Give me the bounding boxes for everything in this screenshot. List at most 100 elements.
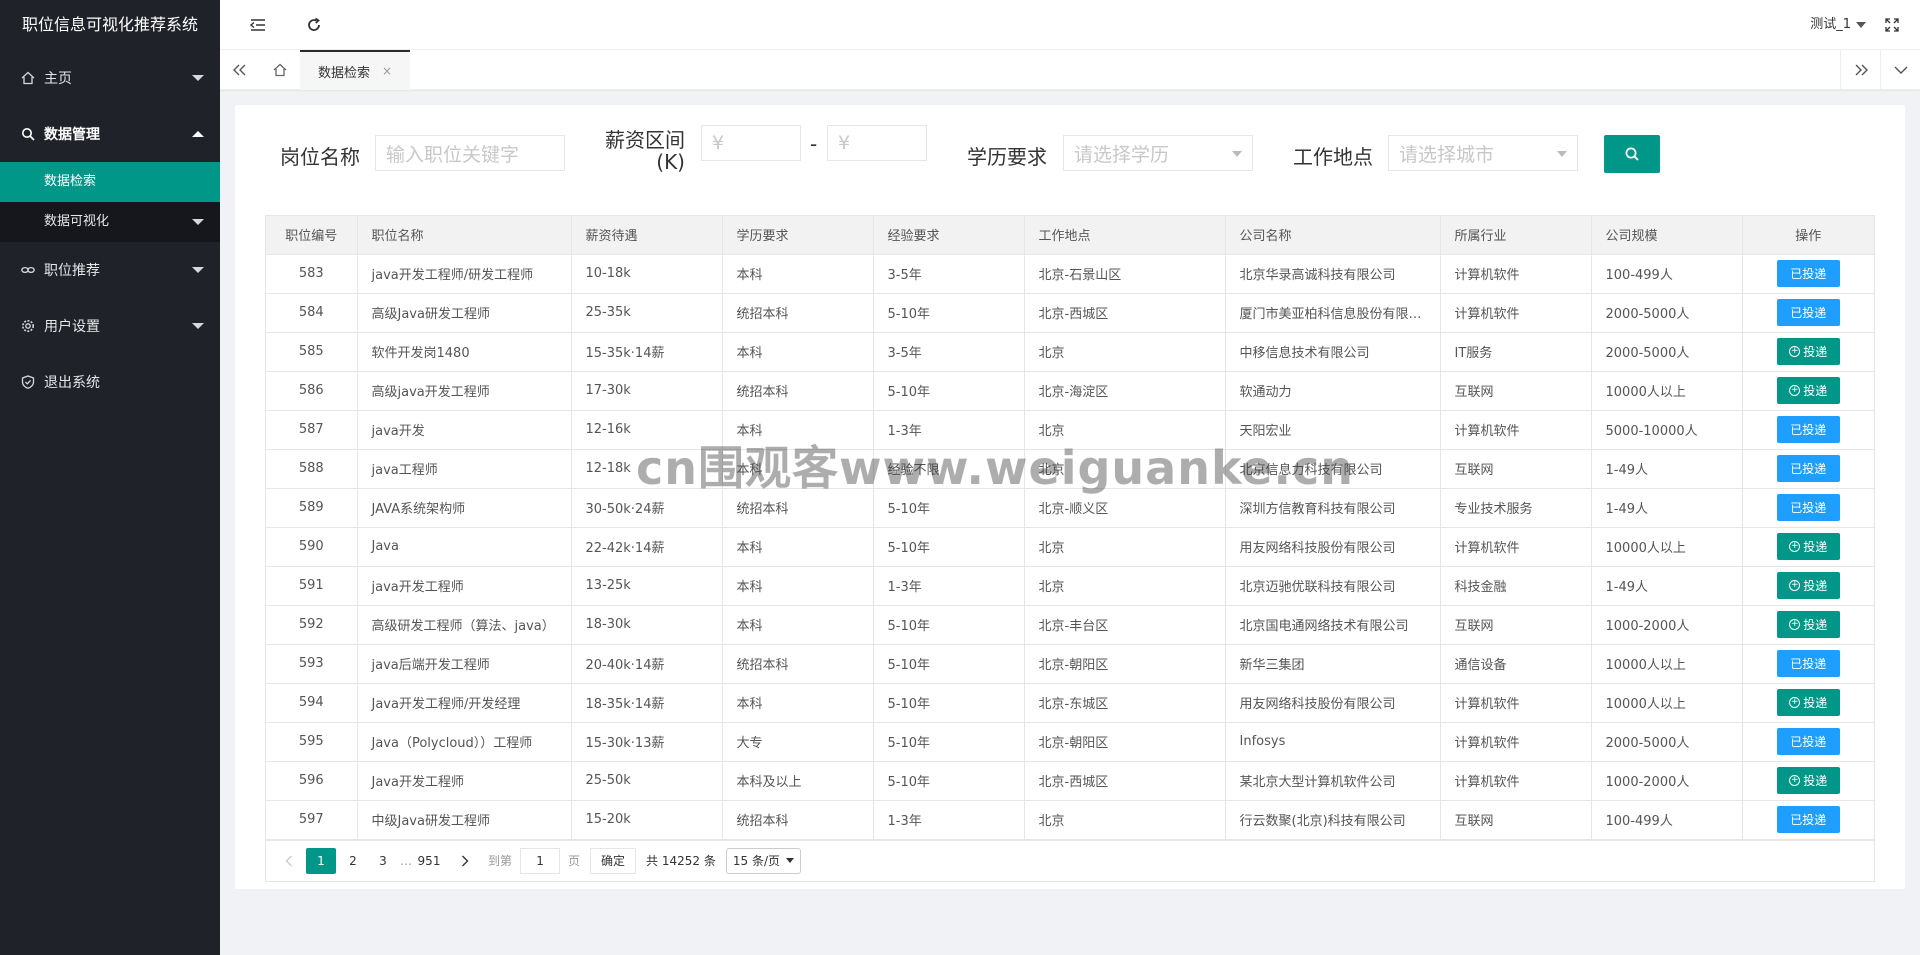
next-page-icon[interactable] bbox=[452, 848, 478, 874]
salary-max-placeholder: ¥ bbox=[838, 132, 851, 154]
action-cell: + 投递 bbox=[1741, 331, 1874, 372]
table-cell: 2000-5000人 bbox=[1590, 292, 1743, 333]
city-label: 工作地点 bbox=[1293, 145, 1373, 169]
table-cell: 北京信息力科技有限公司 bbox=[1224, 448, 1441, 489]
table-row: 592 高级研发工程师（算法、java） 18-30k 本科 5-10年 北京-丰台区 北京… bbox=[266, 604, 1874, 645]
user-menu[interactable]: 测试_1 bbox=[1810, 0, 1866, 50]
refresh-icon[interactable] bbox=[294, 0, 334, 50]
applied-button[interactable]: 已投递 bbox=[1776, 728, 1840, 755]
page-number[interactable]: 3 bbox=[370, 848, 396, 874]
table-cell: 18-30k bbox=[570, 604, 723, 645]
apply-button[interactable]: + 投递 bbox=[1776, 611, 1840, 638]
table-cell: 计算机软件 bbox=[1439, 292, 1592, 333]
sidebar-item-job-recommend[interactable]: 职位推荐 bbox=[0, 242, 220, 298]
applied-button[interactable]: 已投递 bbox=[1776, 260, 1840, 287]
table-cell: 本科 bbox=[721, 448, 874, 489]
table-row: 587 java开发 12-16k 本科 1-3年 北京 天阳宏业 计算机软件 5000-100… bbox=[266, 409, 1874, 450]
salary-max-input[interactable]: ¥ bbox=[827, 125, 927, 161]
table-cell: 590 bbox=[266, 526, 358, 567]
apply-button[interactable]: + 投递 bbox=[1776, 689, 1840, 716]
table-cell: 本科 bbox=[721, 565, 874, 606]
chevron-down-icon bbox=[1856, 21, 1866, 28]
salary-min-input[interactable]: ¥ bbox=[701, 125, 801, 161]
table-cell: 10000人以上 bbox=[1590, 370, 1743, 411]
education-placeholder: 请选择学历 bbox=[1074, 143, 1170, 166]
table-cell: 北京-石景山区 bbox=[1023, 253, 1226, 294]
column-header: 操作 bbox=[1741, 216, 1874, 255]
action-cell: 已投递 bbox=[1741, 409, 1874, 450]
column-header: 工作地点 bbox=[1023, 216, 1226, 255]
city-select[interactable]: 请选择城市 bbox=[1388, 135, 1578, 171]
fullscreen-icon[interactable] bbox=[1872, 0, 1912, 50]
plus-circle-icon: + bbox=[1789, 619, 1801, 630]
sidebar-item-data-search[interactable]: 数据检索 bbox=[0, 162, 220, 202]
table-cell: 20-40k·14薪 bbox=[570, 643, 723, 684]
table-cell: 15-20k bbox=[570, 799, 723, 840]
apply-button[interactable]: + 投递 bbox=[1776, 572, 1840, 599]
sidebar-item-logout[interactable]: 退出系统 bbox=[0, 354, 220, 410]
table-cell: 10-18k bbox=[570, 253, 723, 294]
goto-confirm-button[interactable]: 确定 bbox=[590, 847, 637, 874]
applied-button[interactable]: 已投递 bbox=[1776, 650, 1840, 677]
sidebar-item-data-visualization[interactable]: 数据可视化 bbox=[0, 202, 220, 242]
page-number[interactable]: 2 bbox=[340, 848, 366, 874]
table-cell: java开发 bbox=[356, 409, 572, 450]
column-header: 经验要求 bbox=[872, 216, 1025, 255]
user-name: 测试_1 bbox=[1810, 17, 1851, 32]
goto-page-input[interactable]: 1 bbox=[520, 847, 561, 874]
close-icon[interactable]: × bbox=[382, 64, 392, 78]
scroll-right-icon[interactable] bbox=[1840, 50, 1880, 90]
chevron-down-icon bbox=[192, 323, 204, 329]
table-cell: 计算机软件 bbox=[1439, 721, 1592, 762]
table-cell: 589 bbox=[266, 487, 358, 528]
menu-collapse-icon[interactable] bbox=[238, 0, 278, 50]
chevron-down-icon bbox=[1232, 151, 1242, 157]
table-cell: JAVA系统架构师 bbox=[356, 487, 572, 528]
page-size-select[interactable]: 15 条/页 bbox=[725, 847, 801, 874]
sidebar-item-user-settings[interactable]: 用户设置 bbox=[0, 298, 220, 354]
scroll-left-icon[interactable] bbox=[220, 50, 260, 90]
applied-button[interactable]: 已投递 bbox=[1776, 416, 1840, 443]
search-button[interactable] bbox=[1604, 135, 1660, 173]
plus-circle-icon: + bbox=[1789, 775, 1801, 786]
tab-menu-chevron-down-icon[interactable] bbox=[1880, 50, 1920, 90]
search-icon bbox=[1625, 147, 1639, 161]
home-tab-icon[interactable] bbox=[260, 50, 300, 90]
tab-data-search[interactable]: 数据检索 × bbox=[300, 50, 410, 90]
sidebar-item-label: 职位推荐 bbox=[44, 263, 100, 279]
table-cell: Java bbox=[356, 526, 572, 567]
table-cell: 北京迈驰优联科技有限公司 bbox=[1224, 565, 1441, 606]
applied-button[interactable]: 已投递 bbox=[1776, 455, 1840, 482]
page-number[interactable]: 951 bbox=[416, 848, 442, 874]
prev-page-icon[interactable] bbox=[276, 848, 302, 874]
sidebar-item-data-management[interactable]: 数据管理 bbox=[0, 106, 220, 162]
apply-button[interactable]: + 投递 bbox=[1776, 377, 1840, 404]
table-cell: 585 bbox=[266, 331, 358, 372]
content-card: 岗位名称 输入职位关键字 薪资区间 (K) ¥ - ¥ 学历要求 请选择学历 工… bbox=[235, 105, 1905, 889]
table-cell: 北京 bbox=[1023, 448, 1226, 489]
apply-button[interactable]: + 投递 bbox=[1776, 767, 1840, 794]
action-label: 已投递 bbox=[1790, 501, 1827, 515]
applied-button[interactable]: 已投递 bbox=[1776, 299, 1840, 326]
applied-button[interactable]: 已投递 bbox=[1776, 806, 1840, 833]
action-cell: + 投递 bbox=[1741, 682, 1874, 723]
page-number[interactable]: 1 bbox=[306, 847, 336, 874]
action-cell: + 投递 bbox=[1741, 526, 1874, 567]
education-select[interactable]: 请选择学历 bbox=[1063, 135, 1253, 171]
education-label: 学历要求 bbox=[967, 145, 1047, 169]
apply-button[interactable]: + 投递 bbox=[1776, 338, 1840, 365]
applied-button[interactable]: 已投递 bbox=[1776, 494, 1840, 521]
job-name-input[interactable]: 输入职位关键字 bbox=[375, 135, 565, 171]
table-cell: 用友网络科技股份有限公司 bbox=[1224, 526, 1441, 567]
table-cell: 用友网络科技股份有限公司 bbox=[1224, 682, 1441, 723]
apply-button[interactable]: + 投递 bbox=[1776, 533, 1840, 560]
page-unit: 页 bbox=[568, 854, 581, 868]
table-cell: 100-499人 bbox=[1590, 799, 1743, 840]
table-cell: 北京-海淀区 bbox=[1023, 370, 1226, 411]
app-title: 职位信息可视化推荐系统 bbox=[21, 15, 198, 34]
table-cell: 北京 bbox=[1023, 799, 1226, 840]
sidebar-item-home[interactable]: 主页 bbox=[0, 50, 220, 106]
table-row: 595 Java（Polycloud））工程师 15-30k·13薪 大专 5-10年北… bbox=[266, 721, 1874, 762]
job-name-placeholder: 输入职位关键字 bbox=[386, 143, 520, 166]
table-cell: 100-499人 bbox=[1590, 253, 1743, 294]
